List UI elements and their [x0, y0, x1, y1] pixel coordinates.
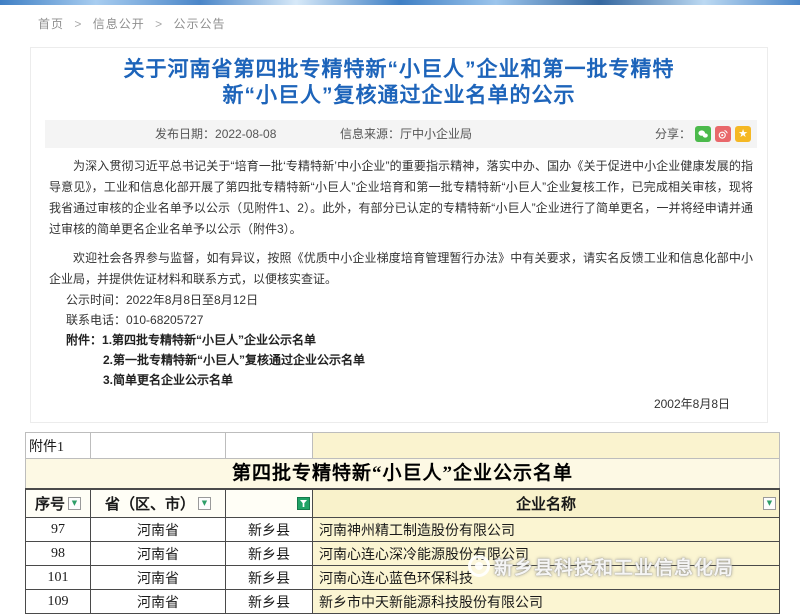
- attachment-label-row: 附件1: [25, 432, 780, 459]
- cell-seq: 98: [25, 542, 90, 565]
- article-card: 关于河南省第四批专精特新“小巨人”企业和第一批专精特新“小巨人”复核通过企业名单…: [30, 47, 768, 423]
- breadcrumb-separator: >: [155, 17, 163, 31]
- site-header-strip: [0, 0, 800, 5]
- cell-county: 新乡县: [225, 566, 312, 589]
- weibo-glyph: [717, 128, 729, 140]
- breadcrumb-info-disclosure[interactable]: 信息公开: [93, 17, 145, 31]
- filter-dropdown-icon: ▼: [763, 497, 776, 510]
- share-qzone-icon[interactable]: ★: [735, 126, 751, 142]
- breadcrumb-separator: >: [74, 17, 82, 31]
- empty-cell: [225, 433, 312, 459]
- attachment-spreadsheet: 附件1 第四批专精特新“小巨人”企业公示名单 序号 ▼ 省（区、市） ▼ 企业名…: [25, 432, 780, 614]
- cell-county: 新乡县: [225, 590, 312, 613]
- article-paragraph: 欢迎社会各界参与监督，如有异议，按照《优质中小企业梯度培育管理暂行办法》中有关要…: [49, 248, 753, 290]
- breadcrumb-current: 公示公告: [173, 17, 225, 31]
- cell-company: 河南心连心蓝色环保科技: [312, 566, 780, 589]
- cell-seq: 109: [25, 590, 90, 613]
- header-province: 省（区、市） ▼: [90, 490, 225, 517]
- cell-county: 新乡县: [225, 518, 312, 541]
- filter-dropdown-icon: ▼: [68, 497, 81, 510]
- cell-province: 河南省: [90, 566, 225, 589]
- cell-province: 河南省: [90, 590, 225, 613]
- table-row: 109 河南省 新乡县 新乡市中天新能源科技股份有限公司: [25, 590, 780, 614]
- article-paragraph: 为深入贯彻习近平总书记关于“培育一批‘专精特新’中小企业”的重要指示精神，落实中…: [49, 156, 753, 240]
- cell-province: 河南省: [90, 518, 225, 541]
- table-row: 101 河南省 新乡县 河南心连心蓝色环保科技: [25, 566, 780, 590]
- share-wechat-icon[interactable]: [695, 126, 711, 142]
- page-title: 关于河南省第四批专精特新“小巨人”企业和第一批专精特新“小巨人”复核通过企业名单…: [99, 57, 699, 109]
- attachment-line-2: 2.第一批专精特新“小巨人”复核通过企业公示名单: [49, 350, 753, 370]
- breadcrumb: 首页 > 信息公开 > 公示公告: [38, 15, 225, 32]
- filter-active-icon: [297, 497, 310, 510]
- share-weibo-icon[interactable]: [715, 126, 731, 142]
- notice-period-line: 公示时间：2022年8月8日至8月12日: [49, 290, 753, 310]
- table-title: 第四批专精特新“小巨人”企业公示名单: [25, 459, 780, 488]
- cell-province: 河南省: [90, 542, 225, 565]
- sign-date: 2002年8月8日: [31, 394, 730, 414]
- publish-date: 发布日期：2022-08-08: [155, 120, 276, 148]
- empty-cell: [312, 433, 780, 459]
- attachment-line-3: 3.简单更名企业公示名单: [49, 370, 753, 390]
- wechat-bubbles-glyph: [697, 128, 709, 140]
- cell-county: 新乡县: [225, 542, 312, 565]
- header-seq: 序号 ▼: [25, 490, 90, 517]
- attachment-label: 附件：: [66, 333, 102, 347]
- share-bar: 分享： ★: [655, 120, 751, 148]
- table-row: 98 河南省 新乡县 河南心连心深冷能源股份有限公司: [25, 542, 780, 566]
- contact-phone-line: 联系电话：010-68205727: [49, 310, 753, 330]
- empty-cell: [90, 433, 225, 459]
- share-label: 分享：: [655, 120, 691, 148]
- cell-company: 新乡市中天新能源科技股份有限公司: [312, 590, 780, 613]
- header-company: 企业名称 ▼: [312, 490, 780, 517]
- attachment1-cell: 附件1: [25, 433, 90, 459]
- info-source: 信息来源：厅中小企业局: [340, 120, 472, 148]
- table-header-row: 序号 ▼ 省（区、市） ▼ 企业名称 ▼: [25, 488, 780, 518]
- header-county: [225, 490, 312, 517]
- cell-seq: 97: [25, 518, 90, 541]
- cell-seq: 101: [25, 566, 90, 589]
- cell-company: 河南心连心深冷能源股份有限公司: [312, 542, 780, 565]
- attachment-line-1: 附件：1.第四批专精特新“小巨人”企业公示名单: [49, 330, 753, 350]
- filter-dropdown-icon: ▼: [198, 497, 211, 510]
- cell-company: 河南神州精工制造股份有限公司: [312, 518, 780, 541]
- table-row: 97 河南省 新乡县 河南神州精工制造股份有限公司: [25, 518, 780, 542]
- article-meta-bar: 发布日期：2022-08-08 信息来源：厅中小企业局 分享：: [45, 120, 757, 148]
- breadcrumb-home[interactable]: 首页: [38, 17, 64, 31]
